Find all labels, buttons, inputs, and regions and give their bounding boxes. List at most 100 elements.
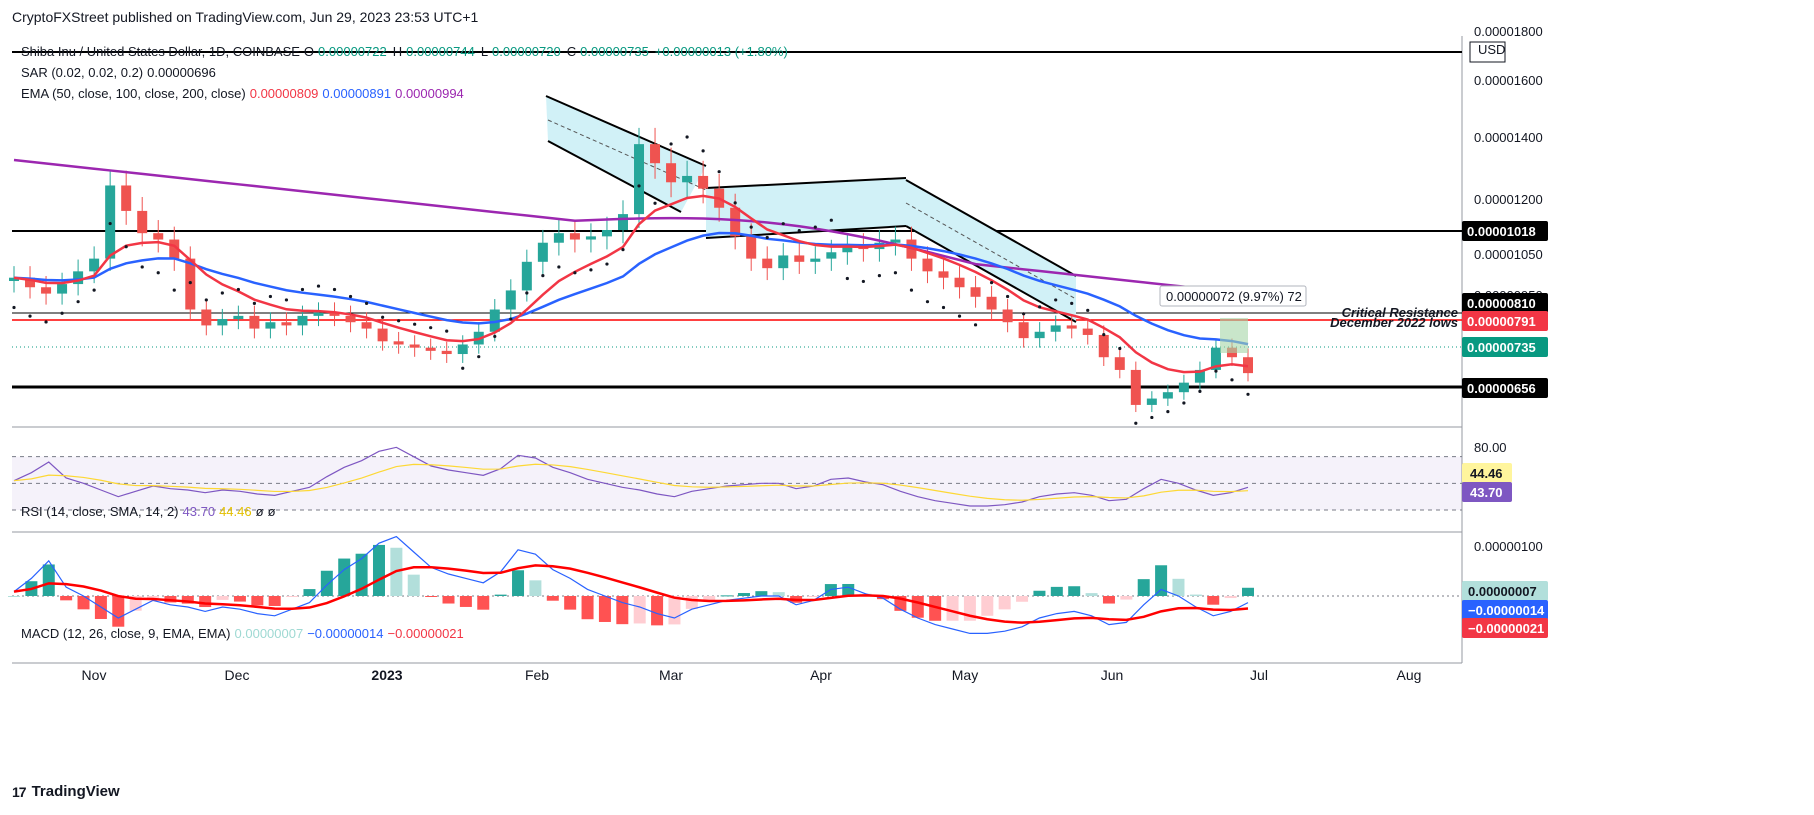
candle-body <box>233 315 244 320</box>
candle-body <box>746 236 757 259</box>
macd-histogram-bar <box>1137 579 1150 596</box>
legend-ema100: 0.00000891 <box>322 86 392 101</box>
sar-dot <box>316 284 321 288</box>
sar-dot <box>1246 392 1250 396</box>
sar-dot <box>268 294 273 299</box>
macd-histogram-bar <box>268 596 281 606</box>
macd-histogram-bar <box>112 596 125 627</box>
time-axis-label: Jul <box>1250 667 1268 683</box>
sar-dot <box>621 247 625 252</box>
sar-dot <box>300 287 305 292</box>
sar-dot <box>989 281 994 285</box>
macd-histogram-bar <box>581 596 594 620</box>
sar-dot <box>413 322 417 326</box>
candle-body <box>1018 322 1029 339</box>
candle-body <box>377 328 388 342</box>
legend-change: +0.00000013 (+1.80%) <box>654 44 788 59</box>
rsi-value-label: 44.46 <box>1470 466 1503 481</box>
sar-dot <box>204 298 208 302</box>
price-tag-label: 0.00000735 <box>1467 340 1536 355</box>
legend-macd-signal: −0.00000021 <box>387 626 464 641</box>
sar-dot <box>172 288 176 292</box>
sar-dot <box>332 287 337 292</box>
measure-label: 0.00000072 (9.97%) 72 <box>1166 289 1302 304</box>
macd-histogram-bar <box>320 570 333 596</box>
candle-body <box>1114 357 1125 370</box>
candle-body <box>585 236 596 240</box>
macd-histogram-bar <box>407 574 420 596</box>
macd-histogram-bar <box>981 596 994 616</box>
price-axis-tick: 0.00001800 <box>1474 24 1543 39</box>
candle-body <box>265 322 276 329</box>
sar-dot <box>1102 333 1106 337</box>
sar-dot <box>1198 389 1202 394</box>
macd-histogram-bar <box>459 596 472 607</box>
candle-body <box>617 214 628 230</box>
candle-body <box>1082 328 1093 335</box>
time-axis-label: May <box>952 667 978 683</box>
legend-ema: EMA (50, close, 100, close, 200, close) 0… <box>21 86 464 101</box>
sar-dot <box>1054 298 1058 302</box>
macd-value-label: −0.00000021 <box>1468 621 1544 636</box>
macd-axis-tick: 0.00000100 <box>1474 539 1543 554</box>
sar-dot <box>445 329 449 333</box>
candle-body <box>938 271 949 278</box>
macd-histogram-bar <box>546 596 559 601</box>
macd-histogram-bar <box>720 595 733 597</box>
macd-histogram-bar <box>303 589 316 596</box>
candle-body <box>393 341 404 345</box>
candle-body <box>137 210 148 234</box>
candle-body <box>1066 325 1077 329</box>
sar-dot <box>909 288 914 292</box>
sar-dot <box>44 320 48 324</box>
sar-dot <box>669 142 673 146</box>
tradingview-footer[interactable]: 17 TradingView <box>12 783 120 800</box>
macd-histogram-bar <box>737 593 750 596</box>
candle-body <box>57 284 68 294</box>
level-annotation: December 2022 lows <box>1330 315 1458 330</box>
sar-dot <box>717 170 721 174</box>
macd-histogram-bar <box>651 596 664 626</box>
rsi-axis-tick: 80.00 <box>1474 440 1507 455</box>
sar-dot <box>76 300 80 304</box>
candle-body <box>537 242 548 262</box>
macd-value-label: −0.00000014 <box>1468 603 1545 618</box>
time-axis-label: Apr <box>810 667 832 683</box>
sar-dot <box>685 135 689 139</box>
legend-rsi-sma: 44.46 <box>219 504 252 519</box>
macd-histogram-bar <box>286 596 299 597</box>
macd-value-label: 0.00000007 <box>1468 584 1537 599</box>
legend-symbol: Shiba Inu / United States Dollar, 1D, CO… <box>21 44 300 59</box>
sar-dot <box>1134 421 1138 425</box>
legend-macd-hist: 0.00000007 <box>234 626 304 641</box>
macd-histogram-bar <box>685 596 698 609</box>
rsi-value-label: 43.70 <box>1470 485 1503 500</box>
legend-low: 0.00000720 <box>492 44 561 59</box>
candle-body <box>682 175 693 183</box>
candle-body <box>313 312 324 316</box>
legend-ema50: 0.00000809 <box>249 86 319 101</box>
macd-histogram-bar <box>1120 596 1133 600</box>
sar-dot <box>845 276 849 281</box>
tradingview-brand: TradingView <box>31 783 120 800</box>
macd-histogram-bar <box>494 594 507 596</box>
candle-body <box>954 277 965 288</box>
sar-dot <box>701 149 705 153</box>
sar-dot <box>1086 308 1090 312</box>
measure-range <box>1220 318 1248 353</box>
sar-dot <box>1166 410 1170 414</box>
candle-body <box>361 322 372 329</box>
sar-dot <box>124 245 128 249</box>
sar-dot <box>765 235 769 240</box>
sar-dot <box>429 326 433 330</box>
legend-sar-value: 0.00000696 <box>147 65 216 80</box>
macd-histogram-bar <box>1224 596 1237 599</box>
macd-histogram-bar <box>199 596 212 608</box>
sar-dot <box>1214 369 1218 373</box>
candle-body <box>810 258 821 262</box>
candle-body <box>601 230 612 237</box>
price-axis-tick: 0.00001400 <box>1474 130 1543 145</box>
candle-body <box>217 319 228 326</box>
channel-fill <box>546 96 706 212</box>
chart-canvas[interactable]: 0.00001800 0.00001600 0.00001400 0.00001200… <box>0 0 1814 815</box>
